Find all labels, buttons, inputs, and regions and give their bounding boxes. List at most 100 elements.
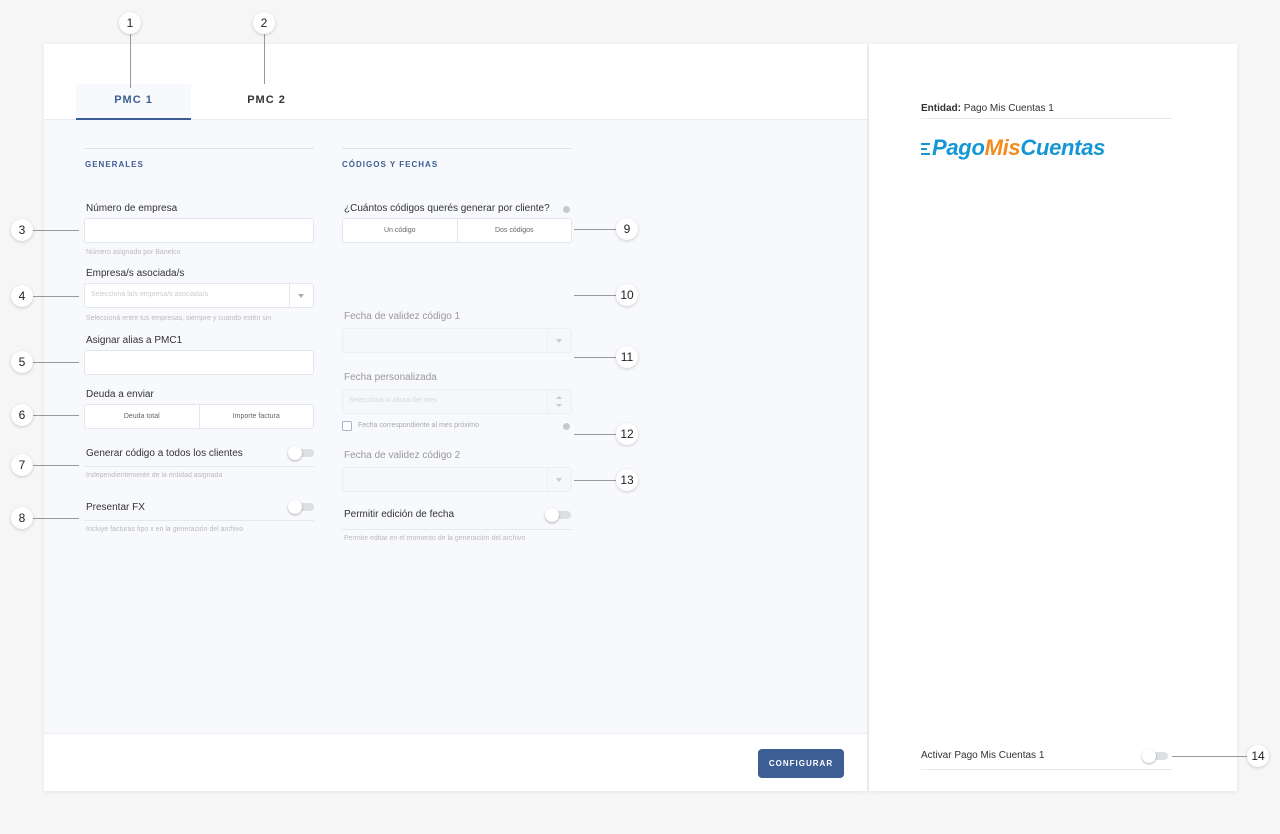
deuda-label: Deuda a enviar: [86, 389, 154, 400]
generar-codigo-label: Generar código a todos los clientes: [86, 448, 243, 459]
select-divider: [289, 284, 290, 307]
tab-bar: PMC 1 PMC 2: [44, 44, 867, 120]
annotation-line: [33, 518, 79, 519]
annotation-marker: 14: [1247, 745, 1269, 767]
permitir-edicion-toggle[interactable]: [545, 508, 573, 522]
numero-empresa-input[interactable]: [84, 218, 314, 243]
chevron-down-icon: [298, 294, 304, 298]
annotation-line: [130, 34, 131, 88]
toggle-knob: [288, 500, 302, 514]
fecha-personalizada-placeholder: Seleccioná la altura del mes: [349, 397, 437, 404]
logo-text-cuentas: Cuentas: [1020, 135, 1106, 160]
numero-empresa-label: Número de empresa: [86, 203, 178, 214]
empresas-asociadas-help: Seleccioná entre tus empresas, siempre y…: [86, 315, 272, 322]
divider: [342, 529, 572, 530]
annotation-marker: 6: [11, 404, 33, 426]
numero-empresa-help: Número asignado por Banelco: [86, 249, 181, 256]
section-title-generales: GENERALES: [85, 160, 144, 169]
annotation-marker: 10: [616, 284, 638, 306]
stepper-divider: [547, 390, 548, 413]
annotation-marker: 5: [11, 351, 33, 373]
annotation-line: [574, 480, 616, 481]
annotation-line: [264, 34, 265, 84]
annotation-line: [574, 434, 616, 435]
alias-input[interactable]: [84, 350, 314, 375]
fecha-validez-2-label: Fecha de validez código 2: [344, 450, 461, 461]
annotation-marker: 13: [616, 469, 638, 491]
divider: [921, 769, 1172, 770]
annotation-marker: 3: [11, 219, 33, 241]
divider: [921, 118, 1172, 119]
divider: [84, 466, 314, 467]
fecha-personalizada-stepper[interactable]: Seleccioná la altura del mes: [342, 389, 572, 414]
section-divider: [84, 148, 314, 149]
annotation-line: [574, 357, 616, 358]
select-divider: [547, 468, 548, 491]
logo-bars-icon: [921, 142, 931, 156]
form-content: GENERALES CÓDIGOS Y FECHAS Número de emp…: [44, 120, 867, 733]
activate-label: Activar Pago Mis Cuentas 1: [921, 750, 1045, 761]
importe-factura-option[interactable]: Importe factura: [198, 405, 314, 428]
deuda-total-option[interactable]: Deuda total: [85, 405, 199, 428]
presentar-fx-help: Incluye facturas tipo x en la generación…: [86, 526, 244, 533]
cuantos-codigos-segmented-control: Un código Dos códigos: [342, 218, 572, 243]
annotation-line: [574, 229, 616, 230]
alias-label: Asignar alias a PMC1: [86, 335, 183, 346]
empresas-asociadas-placeholder: Seleccioná la/s empresa/s asociada/s: [91, 291, 209, 298]
chevron-down-icon: [556, 339, 562, 343]
activate-toggle[interactable]: [1142, 749, 1170, 763]
pagomiscuentas-logo: PagoMisCuentas: [921, 135, 1105, 161]
permitir-edicion-help: Permite editar en el momento de la gener…: [344, 535, 526, 542]
entity-panel: Entidad: Pago Mis Cuentas 1 PagoMisCuent…: [869, 44, 1237, 791]
annotation-marker: 7: [11, 454, 33, 476]
section-divider: [342, 148, 572, 149]
annotation-marker: 12: [616, 423, 638, 445]
section-title-codigos: CÓDIGOS Y FECHAS: [342, 160, 439, 169]
annotation-line: [33, 362, 79, 363]
config-panel: PMC 1 PMC 2 GENERALES CÓDIGOS Y FECHAS N…: [44, 44, 867, 791]
annotation-marker: 9: [616, 218, 638, 240]
annotation-marker: 4: [11, 285, 33, 307]
configurar-button[interactable]: CONFIGURAR: [758, 749, 844, 778]
entity-info: Entidad: Pago Mis Cuentas 1: [921, 103, 1054, 114]
chevron-down-icon[interactable]: [556, 404, 562, 407]
tab-pmc-1[interactable]: PMC 1: [76, 84, 191, 120]
divider: [84, 520, 314, 521]
chevron-up-icon[interactable]: [556, 396, 562, 399]
dos-codigos-option[interactable]: Dos códigos: [456, 219, 572, 242]
logo-text-pago: Pago: [932, 135, 985, 160]
logo-text-mis: Mis: [984, 135, 1021, 160]
deuda-segmented-control: Deuda total Importe factura: [84, 404, 314, 429]
toggle-knob: [1142, 749, 1156, 763]
entity-label: Entidad:: [921, 103, 961, 114]
tab-pmc-2[interactable]: PMC 2: [209, 84, 324, 120]
toggle-knob: [545, 508, 559, 522]
mes-proximo-checkbox[interactable]: [342, 421, 352, 431]
annotation-marker: 1: [119, 12, 141, 34]
annotation-line: [33, 230, 79, 231]
generar-codigo-toggle[interactable]: [288, 446, 316, 460]
info-icon[interactable]: [563, 206, 570, 213]
fecha-validez-2-select[interactable]: [342, 467, 572, 492]
footer-bar: CONFIGURAR: [44, 733, 867, 791]
annotation-line: [33, 296, 79, 297]
empresas-asociadas-label: Empresa/s asociada/s: [86, 268, 185, 279]
cuantos-codigos-label: ¿Cuántos códigos querés generar por clie…: [344, 203, 550, 214]
fecha-personalizada-label: Fecha personalizada: [344, 372, 437, 383]
annotation-marker: 8: [11, 507, 33, 529]
fecha-validez-1-select[interactable]: [342, 328, 572, 353]
fecha-validez-1-label: Fecha de validez código 1: [344, 311, 461, 322]
empresas-asociadas-select[interactable]: Seleccioná la/s empresa/s asociada/s: [84, 283, 314, 308]
presentar-fx-label: Presentar FX: [86, 502, 145, 513]
un-codigo-option[interactable]: Un código: [343, 219, 457, 242]
info-icon[interactable]: [563, 423, 570, 430]
mes-proximo-label: Fecha correspondiente al mes próximo: [358, 422, 480, 429]
annotation-line: [1172, 756, 1247, 757]
toggle-knob: [288, 446, 302, 460]
presentar-fx-toggle[interactable]: [288, 500, 316, 514]
annotation-line: [33, 465, 79, 466]
annotation-line: [33, 415, 79, 416]
permitir-edicion-label: Permitir edición de fecha: [344, 509, 455, 520]
annotation-line: [574, 295, 616, 296]
entity-name: Pago Mis Cuentas 1: [963, 103, 1054, 114]
